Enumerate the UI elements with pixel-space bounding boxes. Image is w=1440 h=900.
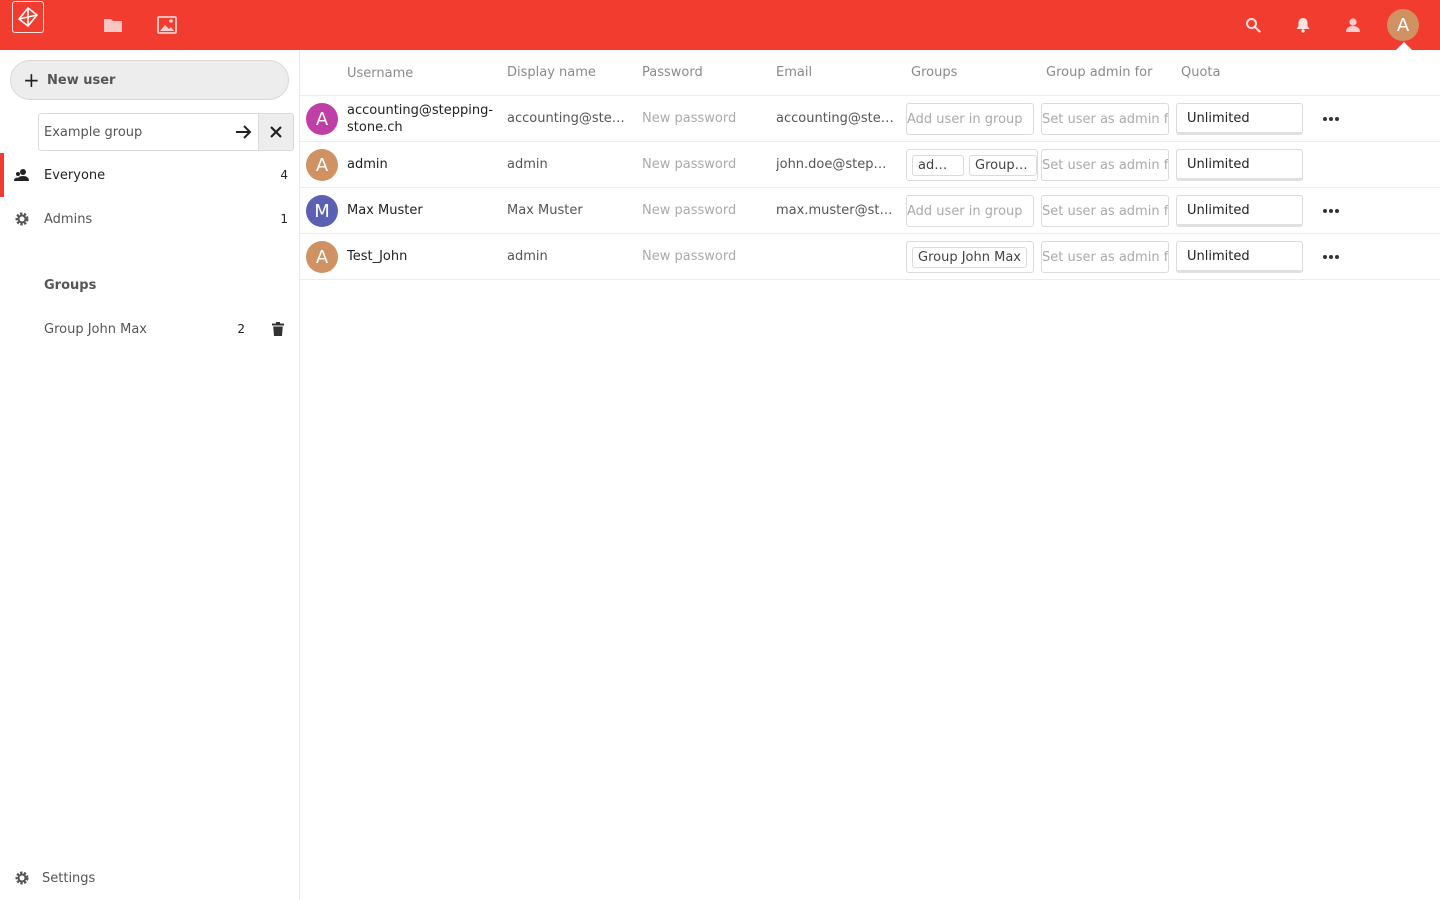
- avatar: A: [306, 241, 338, 273]
- notifications-icon[interactable]: [1291, 13, 1315, 37]
- groups-select[interactable]: Add user in group: [906, 195, 1034, 227]
- sidebar-item-count: 4: [280, 168, 288, 182]
- sidebar-item-count: 1: [280, 212, 288, 226]
- header-email: Email: [776, 65, 813, 80]
- settings-label: Settings: [42, 870, 96, 886]
- group-tag: admin: [912, 154, 964, 176]
- settings-button[interactable]: Settings: [0, 860, 299, 896]
- display-name-field[interactable]: admin: [507, 157, 625, 172]
- group-admin-select[interactable]: Set user as admin for: [1041, 149, 1169, 181]
- avatar: M: [306, 195, 338, 227]
- avatar: A: [306, 149, 338, 181]
- password-field[interactable]: New password: [642, 203, 762, 218]
- header-groups: Groups: [911, 65, 958, 80]
- password-field[interactable]: New password: [642, 111, 762, 126]
- gear-icon: [14, 870, 30, 886]
- more-icon[interactable]: [1321, 109, 1341, 129]
- group-name-input[interactable]: [44, 124, 224, 140]
- user-avatar[interactable]: A: [1387, 9, 1419, 41]
- plus-icon: +: [23, 68, 40, 92]
- email-field[interactable]: john.doe@stepping-stone.ch: [776, 157, 894, 172]
- username: Max Muster: [347, 203, 423, 218]
- arrow-right-icon[interactable]: [235, 124, 253, 140]
- group-admin-select[interactable]: Set user as admin for: [1041, 195, 1169, 227]
- sidebar-item-admins[interactable]: Admins 1: [0, 197, 299, 241]
- sidebar-item-label: Everyone: [44, 167, 106, 183]
- table-row: A Test_John admin New password Group Joh…: [300, 234, 1440, 280]
- more-icon[interactable]: [1321, 201, 1341, 221]
- sidebar: + New user Everyone 4 Admins 1 Groups Gr…: [0, 50, 300, 900]
- trash-icon[interactable]: [272, 322, 284, 340]
- contacts-icon[interactable]: [1341, 13, 1365, 37]
- username: accounting@stepping-stone.ch: [347, 103, 494, 135]
- top-header: A: [0, 0, 1440, 50]
- username: admin: [347, 157, 388, 172]
- header-password: Password: [642, 65, 703, 80]
- password-field[interactable]: New password: [642, 157, 762, 172]
- email-field[interactable]: max.muster@stepping-stone.ch: [776, 203, 894, 218]
- search-icon[interactable]: [1241, 13, 1265, 37]
- group-tag: Group John Max: [912, 246, 1027, 268]
- header-username: Username: [347, 66, 414, 81]
- email-field[interactable]: accounting@stepping-stone.ch: [776, 111, 894, 126]
- users-icon: [14, 167, 30, 183]
- group-admin-select[interactable]: Set user as admin for: [1041, 241, 1169, 273]
- groups-select[interactable]: Group John Max: [906, 241, 1034, 273]
- quota-select[interactable]: Unlimited: [1176, 103, 1303, 135]
- more-icon[interactable]: [1321, 247, 1341, 267]
- new-user-button[interactable]: + New user: [10, 60, 289, 100]
- header-quota: Quota: [1181, 65, 1221, 80]
- group-tag: Group John Max: [969, 154, 1037, 176]
- group-input-box: [38, 113, 258, 151]
- header-display-name: Display name: [507, 65, 596, 80]
- groups-select[interactable]: admin Group John Max: [906, 149, 1038, 181]
- groups-select[interactable]: Add user in group: [906, 103, 1034, 135]
- groups-caption: Groups: [44, 278, 97, 293]
- quota-select[interactable]: Unlimited: [1176, 195, 1303, 227]
- users-table: Username Display name Password Email Gro…: [300, 50, 1440, 900]
- close-icon[interactable]: [258, 113, 294, 151]
- quota-select[interactable]: Unlimited: [1176, 149, 1303, 181]
- display-name-field[interactable]: accounting@stepping-stone.ch: [507, 111, 625, 126]
- header-group-admin-for: Group admin for: [1046, 65, 1153, 80]
- add-group-form: [38, 113, 294, 151]
- table-row: A admin admin New password john.doe@step…: [300, 142, 1440, 188]
- display-name-field[interactable]: Max Muster: [507, 203, 625, 218]
- sidebar-item-label: Admins: [44, 211, 93, 227]
- new-user-label: New user: [47, 72, 116, 88]
- gear-icon: [14, 211, 30, 227]
- logo-icon[interactable]: [12, 1, 44, 33]
- sidebar-item-group-john-max[interactable]: Group John Max 2: [0, 307, 299, 351]
- sidebar-item-count: 2: [237, 322, 245, 336]
- table-row: M Max Muster Max Muster New password max…: [300, 188, 1440, 234]
- group-admin-select[interactable]: Set user as admin for: [1041, 103, 1169, 135]
- table-header: Username Display name Password Email Gro…: [300, 50, 1440, 96]
- sidebar-item-everyone[interactable]: Everyone 4: [0, 153, 299, 197]
- table-row: A accounting@stepping-stone.ch accountin…: [300, 96, 1440, 142]
- display-name-field[interactable]: admin: [507, 249, 625, 264]
- quota-select[interactable]: Unlimited: [1176, 241, 1303, 273]
- password-field[interactable]: New password: [642, 249, 762, 264]
- username: Test_John: [347, 249, 408, 264]
- avatar: A: [306, 103, 338, 135]
- menu-caret: [1396, 42, 1412, 50]
- sidebar-item-label: Group John Max: [44, 321, 147, 337]
- gallery-icon[interactable]: [155, 13, 179, 37]
- files-icon[interactable]: [101, 13, 125, 37]
